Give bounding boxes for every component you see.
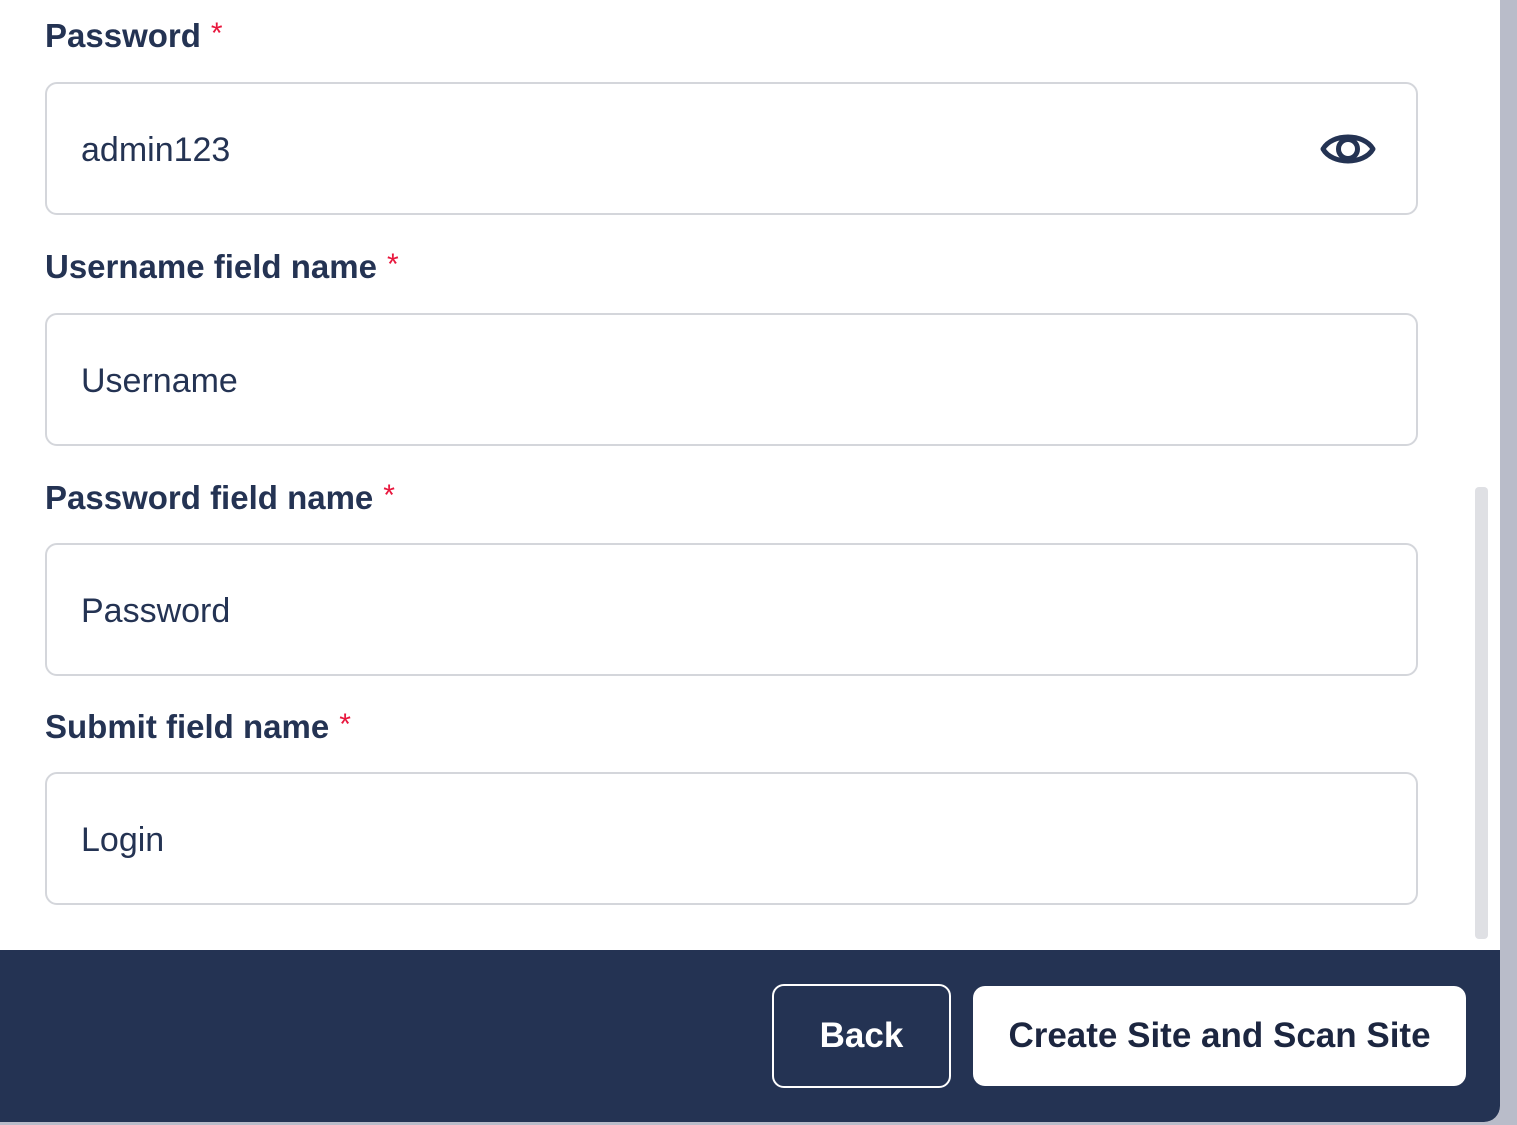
username-field-name-value: Username [81,362,238,400]
required-asterisk: * [386,248,399,281]
required-asterisk: * [210,17,223,50]
submit-field-name-value: Login [81,821,165,859]
modal-dialog: Password * admin123 Username field name * … [0,0,1500,1122]
required-asterisk: * [383,479,395,512]
back-button[interactable]: Back [772,984,951,1088]
eye-icon[interactable] [1320,127,1376,171]
form-scroll-area: Password * admin123 Username field name * … [0,0,1500,950]
password-input[interactable]: admin123 [45,82,1418,215]
password-field-name-input[interactable]: Password [45,543,1418,676]
username-field-name-input[interactable]: Username [45,313,1418,446]
required-asterisk: * [339,708,351,741]
password-label: Password * [45,17,223,54]
password-field-name-label: Password field name * [45,479,395,516]
scrollbar-thumb[interactable] [1475,487,1488,939]
create-and-scan-button[interactable]: Create Site and Scan Site [973,986,1466,1086]
submit-field-name-label: Submit field name * [45,708,351,745]
submit-field-name-input[interactable]: Login [45,772,1418,905]
password-field-name-value: Password [81,592,231,630]
password-input-value: admin123 [81,131,231,169]
modal-footer: Back Create Site and Scan Site [0,950,1500,1122]
username-field-name-label: Username field name * [45,248,399,285]
